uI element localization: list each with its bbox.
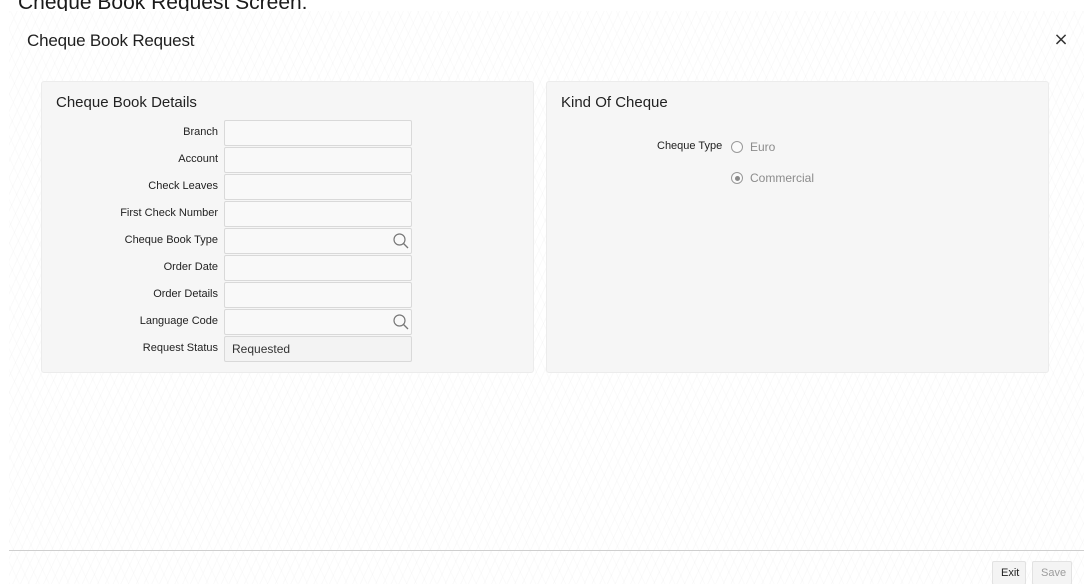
save-button[interactable]: Save	[1032, 561, 1072, 584]
check-leaves-input[interactable]	[224, 174, 412, 200]
cheque-book-type-row: Cheque Book Type	[42, 228, 533, 254]
request-status-label: Request Status	[142, 342, 218, 354]
kind-of-cheque-title: Kind Of Cheque	[561, 94, 668, 111]
language-code-input[interactable]	[224, 309, 412, 335]
radio-option-euro[interactable]: Euro	[731, 139, 775, 155]
order-date-label: Order Date	[163, 261, 218, 273]
cheque-book-request-window: Cheque Book Request × Cheque Book Detail…	[9, 11, 1084, 584]
commercial-radio[interactable]	[731, 172, 743, 184]
first-check-number-input[interactable]	[224, 201, 412, 227]
cheque-type-label: Cheque Type	[657, 140, 723, 152]
language-code-label: Language Code	[139, 315, 218, 327]
request-status-input	[224, 336, 412, 362]
close-icon[interactable]: ×	[1050, 29, 1072, 51]
first-check-number-label: First Check Number	[120, 207, 218, 219]
euro-radio[interactable]	[731, 141, 743, 153]
account-label: Account	[178, 153, 218, 165]
radio-option-commercial[interactable]: Commercial	[731, 170, 814, 186]
order-details-label: Order Details	[153, 288, 218, 300]
request-status-row: Request Status	[42, 336, 533, 362]
cheque-book-type-label: Cheque Book Type	[124, 234, 218, 246]
first-check-number-row: First Check Number	[42, 201, 533, 227]
cheque-book-details-title: Cheque Book Details	[56, 94, 197, 111]
order-date-row: Order Date	[42, 255, 533, 281]
commercial-radio-label: Commercial	[750, 171, 815, 185]
language-code-row: Language Code	[42, 309, 533, 335]
account-input[interactable]	[224, 147, 412, 173]
branch-label: Branch	[183, 126, 218, 138]
account-row: Account	[42, 147, 533, 173]
euro-radio-label: Euro	[750, 140, 776, 154]
order-details-input[interactable]	[224, 282, 412, 308]
check-leaves-row: Check Leaves	[42, 174, 533, 200]
footer-divider	[9, 550, 1084, 551]
branch-row: Branch	[42, 120, 533, 146]
window-title: Cheque Book Request	[27, 31, 195, 50]
cheque-book-details-panel: Cheque Book Details Branch Account Check…	[41, 81, 534, 373]
kind-of-cheque-panel: Kind Of Cheque Cheque Type Euro Commerci…	[546, 81, 1049, 373]
search-icon[interactable]	[392, 313, 410, 331]
check-leaves-label: Check Leaves	[148, 180, 218, 192]
branch-input[interactable]	[224, 120, 412, 146]
cheque-book-type-input[interactable]	[224, 228, 412, 254]
order-details-row: Order Details	[42, 282, 533, 308]
search-icon[interactable]	[392, 232, 410, 250]
exit-button[interactable]: Exit	[992, 561, 1026, 584]
order-date-input[interactable]	[224, 255, 412, 281]
